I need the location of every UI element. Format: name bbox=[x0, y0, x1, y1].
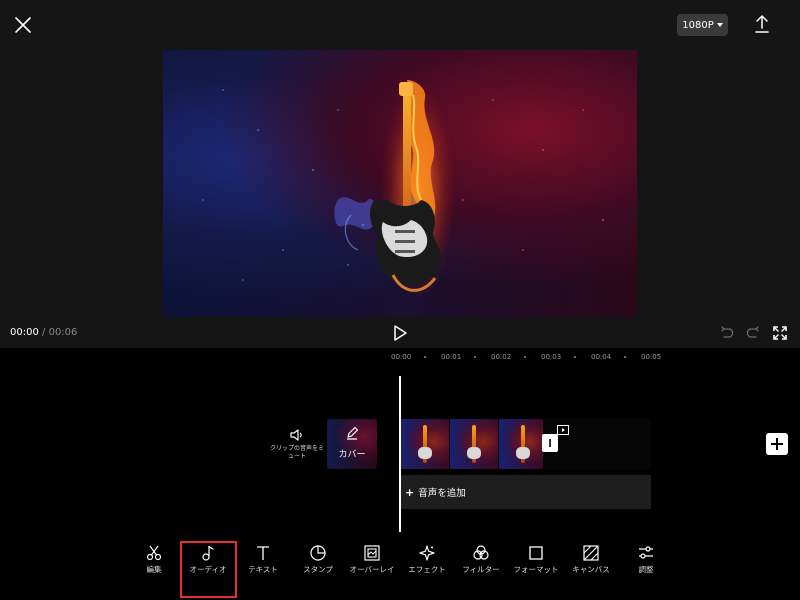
tool-label: オーディオ bbox=[189, 565, 227, 574]
play-icon bbox=[394, 325, 407, 341]
tool-effect[interactable]: エフェクト bbox=[401, 544, 453, 575]
redo-icon bbox=[746, 326, 759, 338]
tool-canvas[interactable]: キャンバス bbox=[565, 544, 617, 575]
sticker-icon bbox=[310, 545, 326, 561]
clip-thumbnail bbox=[401, 419, 449, 469]
tool-label: フォーマット bbox=[513, 565, 559, 574]
sparkle-icon bbox=[419, 545, 435, 561]
close-icon bbox=[15, 17, 31, 33]
tool-label: オーバーレイ bbox=[349, 565, 395, 574]
filter-icon bbox=[473, 545, 489, 560]
redo-button[interactable] bbox=[746, 325, 760, 339]
tool-audio[interactable]: オーディオ bbox=[182, 544, 234, 575]
tool-sticker[interactable]: スタンプ bbox=[292, 544, 344, 575]
cover-label: カバー bbox=[338, 450, 366, 460]
undo-button[interactable] bbox=[720, 325, 734, 339]
tool-label: 編集 bbox=[146, 565, 162, 574]
resolution-label: 1080P bbox=[682, 19, 714, 31]
guitar-image bbox=[202, 80, 605, 300]
cover-button[interactable]: カバー bbox=[327, 419, 377, 469]
ending-clip-icon bbox=[557, 425, 569, 435]
tool-adjust[interactable]: 調整 bbox=[620, 544, 672, 575]
ruler-time: 00:02 bbox=[491, 353, 512, 361]
current-time: 00:00 bbox=[10, 327, 39, 338]
tool-label: キャンバス bbox=[572, 565, 610, 574]
clip-thumbnail bbox=[499, 419, 543, 469]
canvas-icon bbox=[583, 545, 599, 561]
time-separator: / bbox=[42, 327, 46, 338]
tool-format[interactable]: フォーマット bbox=[510, 544, 562, 575]
ruler-time: 00:01 bbox=[441, 353, 462, 361]
ruler-time: 00:04 bbox=[591, 353, 612, 361]
tool-label: スタンプ bbox=[303, 565, 333, 574]
time-display: 00:00 / 00:06 bbox=[10, 327, 77, 338]
speaker-icon bbox=[290, 429, 302, 441]
tool-text[interactable]: テキスト bbox=[237, 544, 289, 575]
ruler-time: 00:05 bbox=[641, 353, 662, 361]
upload-icon bbox=[755, 15, 769, 33]
transition-button[interactable] bbox=[542, 434, 558, 452]
video-preview[interactable] bbox=[163, 50, 637, 317]
tool-overlay[interactable]: オーバーレイ bbox=[346, 544, 398, 575]
tool-edit[interactable]: 編集 bbox=[128, 544, 180, 575]
add-clip-button[interactable] bbox=[766, 433, 788, 455]
ruler-dot bbox=[624, 356, 626, 358]
ruler-dot bbox=[424, 356, 426, 358]
total-time: 00:06 bbox=[48, 327, 78, 338]
preview-area: 1080P 00:00 / 00:06 bbox=[0, 0, 800, 348]
tool-label: 調整 bbox=[638, 565, 654, 574]
tool-label: テキスト bbox=[248, 565, 278, 574]
mute-label: クリップの音声をミュート bbox=[269, 445, 324, 460]
bottom-toolbar: 編集 オーディオ テキスト スタンプ オーバーレイ エフェクト フィルター フォ… bbox=[0, 536, 800, 600]
resolution-button[interactable]: 1080P bbox=[677, 14, 728, 36]
music-note-icon bbox=[202, 545, 214, 561]
clip-thumbnail bbox=[450, 419, 498, 469]
tool-label: エフェクト bbox=[408, 565, 446, 574]
ruler-dot bbox=[474, 356, 476, 358]
text-icon bbox=[257, 546, 269, 560]
add-audio-label: 音声を追加 bbox=[418, 488, 466, 499]
pencil-icon bbox=[347, 426, 359, 440]
video-clip[interactable] bbox=[401, 419, 651, 469]
fullscreen-icon bbox=[773, 326, 787, 340]
ruler-dot bbox=[574, 356, 576, 358]
add-audio-button[interactable]: + 音声を追加 bbox=[401, 475, 651, 509]
fullscreen-button[interactable] bbox=[773, 325, 787, 340]
play-button[interactable] bbox=[392, 324, 408, 342]
ruler-dot bbox=[524, 356, 526, 358]
plus-icon: + bbox=[405, 485, 415, 499]
timeline[interactable]: 00:00 00:01 00:02 00:03 00:04 00:05 クリップ… bbox=[0, 348, 800, 536]
ruler-time: 00:03 bbox=[541, 353, 562, 361]
scissors-icon bbox=[146, 545, 162, 561]
square-icon bbox=[529, 546, 543, 560]
sliders-icon bbox=[639, 546, 653, 559]
undo-icon bbox=[721, 326, 734, 338]
mute-clip-button[interactable]: クリップの音声をミュート bbox=[268, 428, 326, 468]
caret-down-icon bbox=[716, 23, 723, 27]
export-button[interactable] bbox=[752, 13, 772, 35]
ruler-time: 00:00 bbox=[391, 353, 412, 361]
tool-label: フィルター bbox=[462, 565, 500, 574]
close-button[interactable] bbox=[12, 14, 34, 36]
tool-filter[interactable]: フィルター bbox=[455, 544, 507, 575]
overlay-icon bbox=[364, 545, 380, 561]
